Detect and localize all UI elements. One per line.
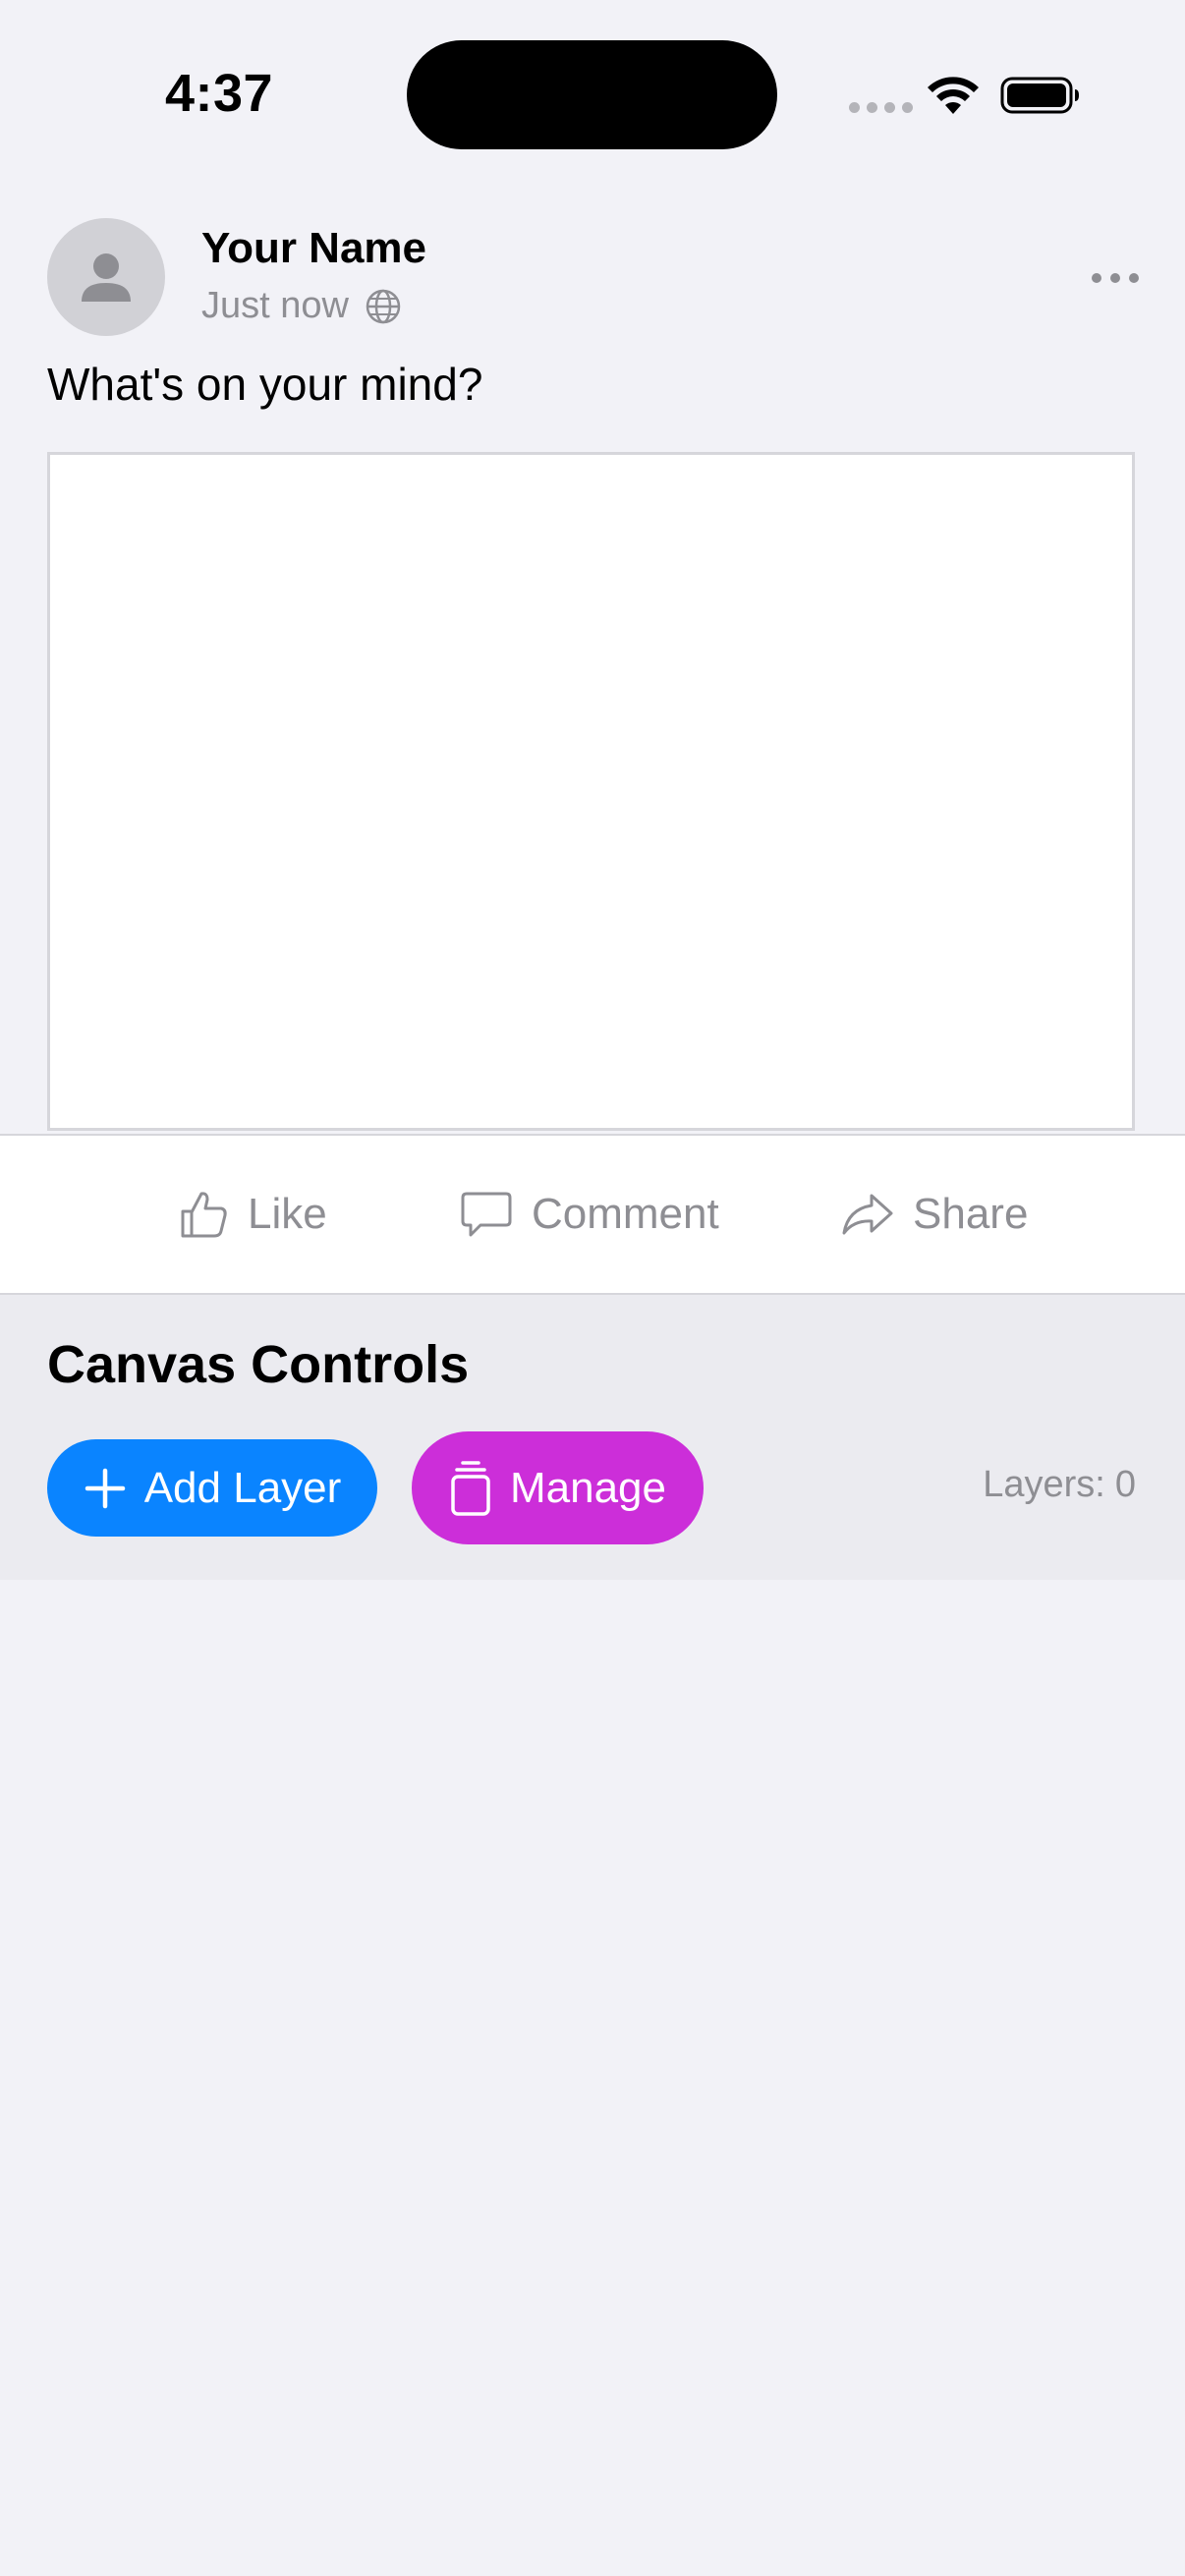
like-label: Like xyxy=(248,1190,327,1238)
layers-count-label: Layers: xyxy=(983,1464,1105,1505)
add-layer-button[interactable]: Add Layer xyxy=(47,1439,377,1537)
manage-label: Manage xyxy=(509,1463,666,1512)
share-label: Share xyxy=(913,1190,1029,1238)
speech-bubble-icon xyxy=(461,1192,512,1237)
layers-count-value: 0 xyxy=(1114,1464,1136,1505)
avatar[interactable] xyxy=(47,218,165,336)
like-button[interactable]: Like xyxy=(177,1136,327,1293)
comment-button[interactable]: Comment xyxy=(459,1136,719,1293)
wifi-icon xyxy=(928,77,979,114)
status-time: 4:37 xyxy=(165,64,274,123)
thumbs-up-icon xyxy=(181,1192,227,1238)
person-icon xyxy=(82,253,131,302)
status-bar: 4:37 xyxy=(0,0,1185,187)
author-name[interactable]: Your Name xyxy=(201,224,426,273)
battery-icon xyxy=(1000,77,1079,114)
plus-icon xyxy=(85,1468,125,1508)
share-arrow-icon xyxy=(842,1194,893,1235)
canvas-controls-panel: Canvas Controls Add Layer Manage Layers:… xyxy=(0,1295,1185,1580)
post-meta: Just now xyxy=(201,285,402,327)
canvas-controls-title: Canvas Controls xyxy=(47,1335,470,1394)
layers-stack-icon xyxy=(451,1460,490,1516)
drawing-canvas[interactable] xyxy=(47,452,1135,1131)
post-action-bar: Like Comment Share xyxy=(0,1134,1185,1295)
share-button[interactable]: Share xyxy=(840,1136,1028,1293)
globe-icon xyxy=(366,289,401,323)
cellular-signal-icon xyxy=(849,102,913,113)
ellipsis-icon xyxy=(1092,273,1101,283)
comment-label: Comment xyxy=(532,1190,719,1238)
manage-layers-button[interactable]: Manage xyxy=(412,1431,704,1544)
more-options-button[interactable] xyxy=(1081,253,1150,303)
post-prompt[interactable]: What's on your mind? xyxy=(47,358,482,411)
dynamic-island xyxy=(407,40,777,149)
add-layer-label: Add Layer xyxy=(143,1463,342,1512)
post-timestamp: Just now xyxy=(201,285,349,326)
layers-count: Layers: 0 xyxy=(983,1464,1136,1506)
